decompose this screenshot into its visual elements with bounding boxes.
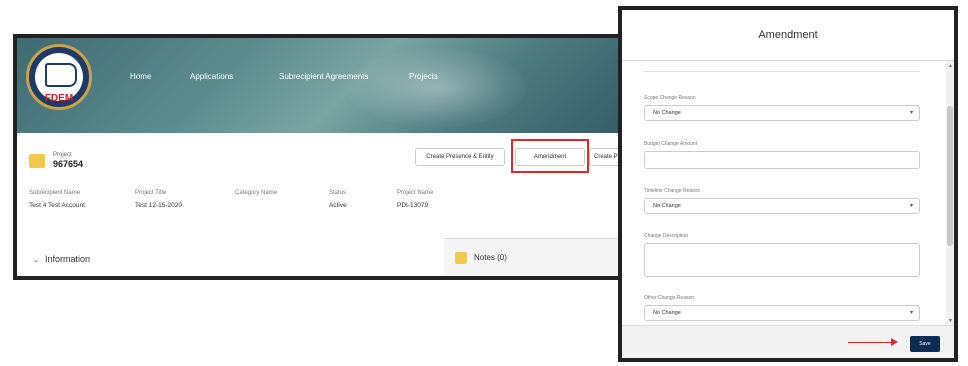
field-label-subrecipient: Subrecipient Name (29, 190, 81, 196)
other-change-select[interactable]: No Change ▾ (644, 305, 920, 321)
budget-change-input[interactable] (644, 151, 920, 169)
caret-down-icon: ▾ (909, 310, 913, 316)
arrow-head (891, 338, 898, 346)
app-content: FDEM Home Applications Subrecipient Agre… (17, 38, 619, 276)
scroll-down-icon[interactable]: ▼ (948, 318, 953, 324)
field-value-subrecipient: Test 4 Test Account (29, 202, 85, 209)
field-label-status: Status (329, 190, 347, 196)
field-label-project-title: Project Title (135, 190, 167, 196)
header-banner: FDEM Home Applications Subrecipient Agre… (17, 38, 619, 133)
app-window: FDEM Home Applications Subrecipient Agre… (13, 34, 623, 280)
top-nav: Home Applications Subrecipient Agreement… (17, 72, 619, 86)
nav-subrecipient-agreements[interactable]: Subrecipient Agreements (279, 72, 368, 81)
change-description-textarea[interactable] (644, 243, 920, 277)
nav-home[interactable]: Home (130, 72, 151, 81)
information-section-toggle[interactable]: Information (45, 254, 90, 264)
amendment-modal: Amendment Scope Change Reason No Change … (618, 6, 958, 362)
timeline-change-value: No Change (653, 203, 681, 209)
field-label-project-name: Project Name (397, 190, 434, 196)
field-value-project-name: PDI-13079 (397, 202, 429, 209)
field-label-category: Category Name (235, 190, 278, 196)
modal-body: Scope Change Reason No Change ▾ Budget C… (622, 61, 954, 326)
notes-icon (455, 252, 467, 264)
caret-down-icon: ▾ (909, 110, 913, 116)
red-arrow-icon (848, 338, 898, 346)
nav-projects[interactable]: Projects (409, 72, 438, 81)
modal-footer: Save (622, 325, 954, 358)
budget-change-label: Budget Change Amount (644, 141, 698, 147)
modal-scrollbar[interactable]: ▲ ▼ (946, 61, 954, 326)
modal-header: Amendment (622, 10, 954, 61)
chevron-down-icon[interactable]: ⌄ (33, 256, 39, 264)
notes-card[interactable]: Notes (0) (444, 238, 619, 276)
project-label: Project (53, 152, 72, 158)
scope-change-label: Scope Change Reason (644, 95, 696, 101)
create-more-button[interactable]: Create P (589, 148, 619, 166)
create-presence-entity-button[interactable]: Create Presence & Entity (415, 148, 505, 166)
scroll-up-icon[interactable]: ▲ (948, 63, 953, 69)
save-button[interactable]: Save (910, 336, 940, 352)
other-change-value: No Change (653, 310, 681, 316)
notes-label: Notes (0) (474, 253, 507, 262)
project-number: 967654 (53, 159, 84, 169)
scrollbar-thumb[interactable] (947, 106, 953, 246)
scope-change-select[interactable]: No Change ▾ (644, 105, 920, 121)
arrow-line (848, 341, 892, 343)
caret-down-icon: ▾ (909, 203, 913, 209)
timeline-change-select[interactable]: No Change ▾ (644, 198, 920, 214)
amendment-highlight (511, 139, 589, 173)
divider (644, 71, 920, 72)
scope-change-value: No Change (653, 110, 681, 116)
modal-title: Amendment (758, 29, 818, 41)
other-change-label: Other Change Reason (644, 295, 695, 301)
timeline-change-label: Timeline Change Reason (644, 188, 701, 194)
change-description-label: Change Description (644, 233, 688, 239)
project-icon (29, 154, 45, 168)
logo-text: FDEM (44, 93, 74, 104)
modal-content: Amendment Scope Change Reason No Change … (622, 10, 954, 358)
field-value-project-title: Test 12-15-2020 (135, 202, 182, 209)
field-value-status: Active (329, 202, 347, 209)
nav-applications[interactable]: Applications (190, 72, 233, 81)
